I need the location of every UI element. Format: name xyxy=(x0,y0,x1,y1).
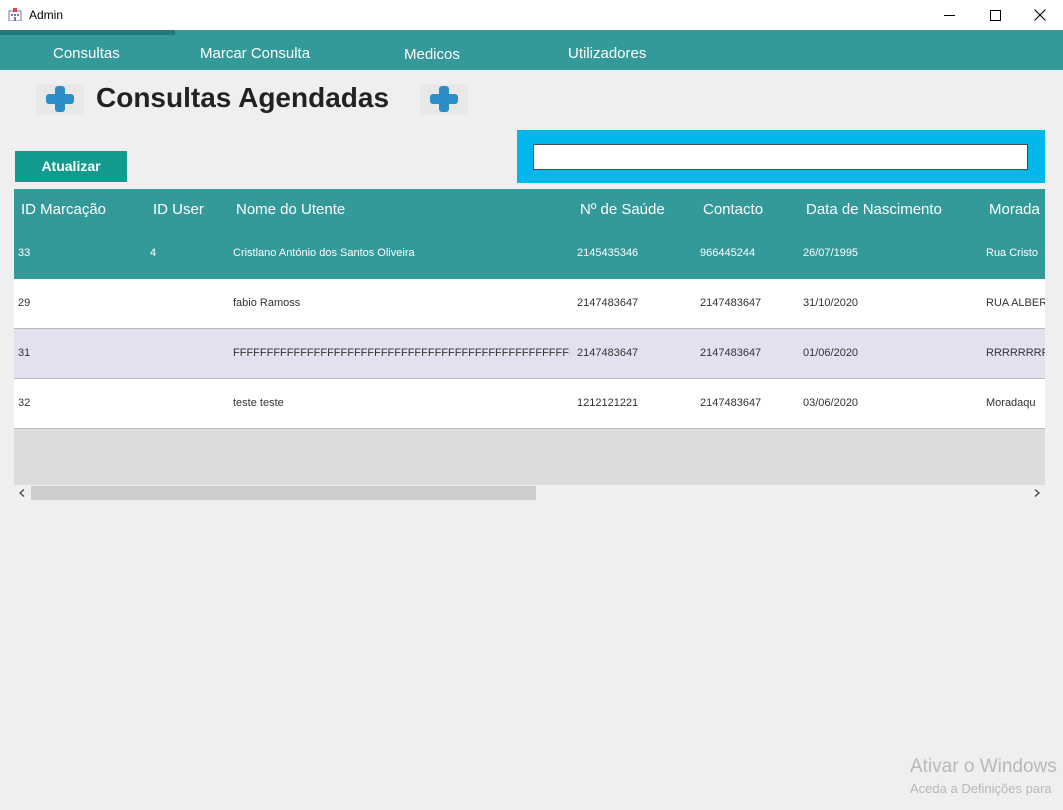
cell-morada: RRRRRRRRR xyxy=(986,347,1045,359)
active-tab-indicator xyxy=(0,30,175,35)
cell-id-user: 4 xyxy=(150,247,157,259)
scroll-left-button[interactable] xyxy=(14,485,30,501)
cell-nome: FFFFFFFFFFFFFFFFFFFFFFFFFFFFFFFFFFFFFFFF… xyxy=(233,347,570,359)
table-header: ID Marcação ID User Nome do Utente Nº de… xyxy=(14,189,1045,229)
cell-data-nascimento: 01/06/2020 xyxy=(803,347,859,359)
cell-id-marcacao: 33 xyxy=(18,247,31,259)
column-header-id-marcacao[interactable]: ID Marcação xyxy=(21,201,106,218)
cell-contacto: 2147483647 xyxy=(700,347,762,359)
tab-consultas[interactable]: Consultas xyxy=(53,45,120,62)
cell-morada: Rua Cristo xyxy=(986,247,1038,259)
plus-icon xyxy=(46,86,74,112)
hospital-icon xyxy=(8,8,22,21)
column-header-n-saude[interactable]: Nº de Saúde xyxy=(580,201,665,218)
column-header-id-user[interactable]: ID User xyxy=(153,201,204,218)
cell-morada: Moradaqu xyxy=(986,397,1036,409)
table-row[interactable]: 29 fabio Ramoss 2147483647 2147483647 31… xyxy=(14,279,1045,329)
cell-contacto: 2147483647 xyxy=(700,297,762,309)
cell-n-saude: 2147483647 xyxy=(577,347,639,359)
cell-contacto: 966445244 xyxy=(700,247,756,259)
column-header-contacto[interactable]: Contacto xyxy=(703,201,763,218)
minimize-button[interactable] xyxy=(926,0,972,30)
plus-icon-right xyxy=(420,84,468,114)
cell-data-nascimento: 31/10/2020 xyxy=(803,297,859,309)
cell-morada: RUA ALBER xyxy=(986,297,1045,309)
window-title: Admin xyxy=(29,8,64,22)
table-row[interactable]: 31 FFFFFFFFFFFFFFFFFFFFFFFFFFFFFFFFFFFFF… xyxy=(14,329,1045,379)
activation-watermark-title: Ativar o Windows xyxy=(910,756,1057,777)
close-icon xyxy=(1034,9,1046,21)
maximize-button[interactable] xyxy=(972,0,1018,30)
plus-icon-left xyxy=(36,84,84,114)
column-header-nome[interactable]: Nome do Utente xyxy=(236,201,345,218)
scroll-right-button[interactable] xyxy=(1029,485,1045,501)
cell-n-saude: 2147483647 xyxy=(577,297,639,309)
minimize-icon xyxy=(943,14,955,16)
plus-icon xyxy=(430,86,458,112)
table-row[interactable]: 33 4 Cristlano António dos Santos Olivei… xyxy=(14,229,1045,279)
close-button[interactable] xyxy=(1017,0,1063,30)
cell-id-marcacao: 31 xyxy=(18,347,31,359)
title-bar: Admin xyxy=(0,0,1063,30)
tab-marcar-consulta[interactable]: Marcar Consulta xyxy=(200,45,310,62)
chevron-right-icon xyxy=(1034,489,1040,497)
page-title: Consultas Agendadas xyxy=(96,82,390,113)
cell-nome: teste teste xyxy=(233,397,284,409)
appointments-table: ID Marcação ID User Nome do Utente Nº de… xyxy=(14,189,1045,485)
cell-contacto: 2147483647 xyxy=(700,397,762,409)
search-input[interactable] xyxy=(533,144,1028,170)
column-header-data-nascimento[interactable]: Data de Nascimento xyxy=(806,201,942,218)
cell-data-nascimento: 03/06/2020 xyxy=(803,397,859,409)
maximize-icon xyxy=(989,9,1001,21)
chevron-left-icon xyxy=(19,489,25,497)
cell-n-saude: 2145435346 xyxy=(577,247,639,259)
horizontal-scrollbar[interactable] xyxy=(14,485,1045,501)
search-panel xyxy=(517,130,1045,183)
cell-nome: Cristlano António dos Santos Oliveira xyxy=(233,247,415,259)
scroll-thumb[interactable] xyxy=(31,486,536,500)
main-nav: Consultas Marcar Consulta Medicos Utiliz… xyxy=(0,30,1063,70)
table-row[interactable]: 32 teste teste 1212121221 2147483647 03/… xyxy=(14,379,1045,429)
tab-medicos[interactable]: Medicos xyxy=(404,46,460,63)
cell-nome: fabio Ramoss xyxy=(233,297,301,309)
cell-data-nascimento: 26/07/1995 xyxy=(803,247,859,259)
column-header-morada[interactable]: Morada xyxy=(989,201,1040,218)
activation-watermark-subtitle: Aceda a Definições para xyxy=(910,781,1052,796)
refresh-button[interactable]: Atualizar xyxy=(15,151,127,182)
cell-id-marcacao: 32 xyxy=(18,397,31,409)
tab-utilizadores[interactable]: Utilizadores xyxy=(568,45,646,62)
cell-n-saude: 1212121221 xyxy=(577,397,639,409)
cell-id-marcacao: 29 xyxy=(18,297,31,309)
